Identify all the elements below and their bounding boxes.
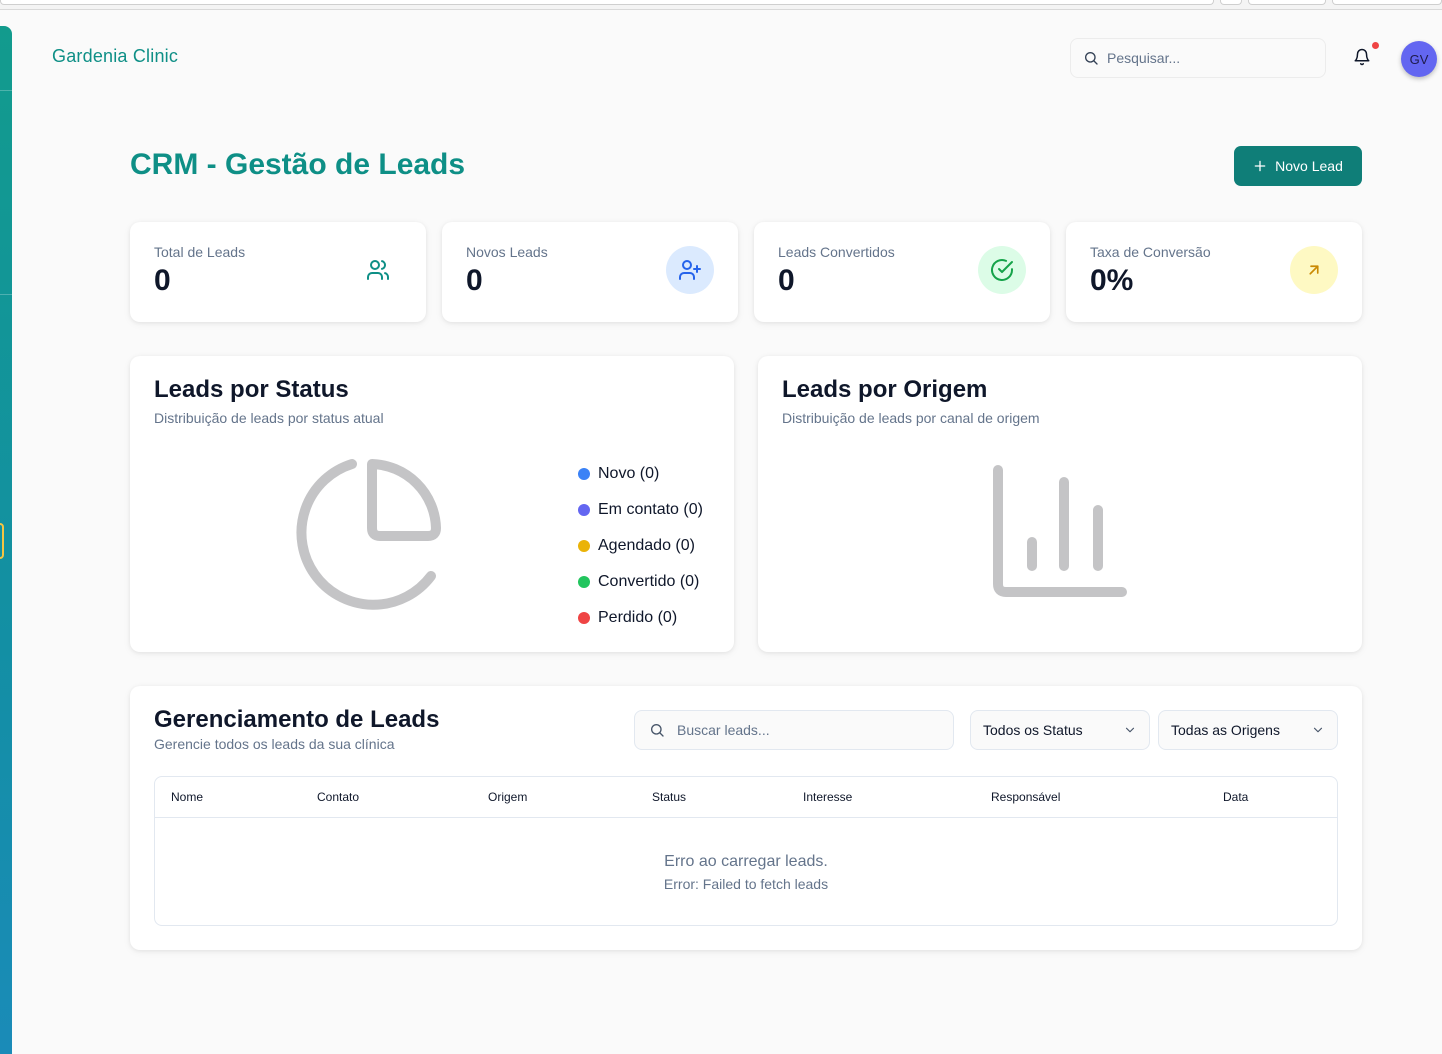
legend-label: Agendado (0) <box>598 537 695 554</box>
stat-card-total-leads: Total de Leads 0 <box>130 222 426 322</box>
stat-card-new-leads: Novos Leads 0 <box>442 222 738 322</box>
leads-table: Nome Contato Origem Status Interesse Res… <box>154 776 1338 926</box>
status-legend: Novo (0) Em contato (0) Agendado (0) Con… <box>578 456 703 636</box>
status-panel-title: Leads por Status <box>154 376 349 403</box>
status-panel-subtitle: Distribuição de leads por status atual <box>154 410 384 426</box>
legend-item: Perdido (0) <box>578 600 703 636</box>
column-header-interesse[interactable]: Interesse <box>803 790 852 804</box>
table-error-detail: Error: Failed to fetch leads <box>663 876 829 892</box>
user-avatar[interactable]: GV <box>1401 41 1437 77</box>
legend-label: Novo (0) <box>598 465 660 482</box>
origin-chart-panel: Leads por Origem Distribuição de leads p… <box>758 356 1362 652</box>
brand-name: Gardenia Clinic <box>52 46 179 66</box>
legend-item: Novo (0) <box>578 456 703 492</box>
legend-item: Agendado (0) <box>578 528 703 564</box>
stat-value: 0 <box>778 264 795 297</box>
check-circle-icon <box>978 246 1026 294</box>
leads-management-panel: Gerenciamento de Leads Gerencie todos os… <box>130 686 1362 950</box>
stat-value: 0 <box>466 264 483 297</box>
global-search-placeholder: Pesquisar... <box>1107 50 1181 66</box>
stat-label: Taxa de Conversão <box>1090 244 1211 260</box>
column-header-status[interactable]: Status <box>652 790 686 804</box>
status-filter-value: Todos os Status <box>983 722 1083 738</box>
search-icon <box>1085 52 1098 65</box>
column-header-responsavel[interactable]: Responsável <box>991 790 1060 804</box>
stat-card-conversion-rate: Taxa de Conversão 0% <box>1066 222 1362 322</box>
plus-icon <box>1254 160 1266 172</box>
sidebar[interactable] <box>0 26 12 1054</box>
column-header-contato[interactable]: Contato <box>317 790 359 804</box>
legend-item: Em contato (0) <box>578 492 703 528</box>
browser-top-edge <box>0 0 1442 10</box>
user-plus-icon <box>666 246 714 294</box>
legend-swatch <box>578 612 590 624</box>
arrow-up-right-icon <box>1290 246 1338 294</box>
legend-label: Em contato (0) <box>598 501 703 518</box>
management-subtitle: Gerencie todos os leads da sua clínica <box>154 736 395 752</box>
column-header-origem[interactable]: Origem <box>488 790 527 804</box>
sidebar-active-marker <box>0 523 4 559</box>
status-chart-panel: Leads por Status Distribuição de leads p… <box>130 356 734 652</box>
chevron-down-icon <box>1125 727 1135 733</box>
legend-swatch <box>578 576 590 588</box>
origin-filter-select[interactable]: Todas as Origens <box>1158 710 1338 750</box>
page-title: CRM - Gestão de Leads <box>130 148 466 181</box>
legend-swatch <box>578 468 590 480</box>
notification-dot <box>1372 42 1379 49</box>
column-header-data[interactable]: Data <box>1223 790 1248 804</box>
legend-label: Perdido (0) <box>598 609 678 626</box>
table-error-message: Erro ao carregar leads. <box>664 853 828 870</box>
stat-label: Leads Convertidos <box>778 244 895 260</box>
global-search-input[interactable]: Pesquisar... <box>1070 38 1326 78</box>
search-icon <box>651 724 664 737</box>
stat-card-converted-leads: Leads Convertidos 0 <box>754 222 1050 322</box>
legend-swatch <box>578 504 590 516</box>
origin-filter-value: Todas as Origens <box>1171 722 1280 738</box>
bar-chart-placeholder-icon <box>993 465 1127 597</box>
legend-label: Convertido (0) <box>598 573 700 590</box>
stat-value: 0 <box>154 264 171 297</box>
leads-search-input[interactable]: Buscar leads... <box>634 710 954 750</box>
legend-item: Convertido (0) <box>578 564 703 600</box>
origin-panel-subtitle: Distribuição de leads por canal de orige… <box>782 410 1040 426</box>
pie-chart-placeholder-icon <box>296 459 441 610</box>
users-icon <box>354 246 402 294</box>
table-header: Nome Contato Origem Status Interesse Res… <box>155 777 1337 818</box>
chevron-down-icon <box>1313 727 1323 733</box>
management-title: Gerenciamento de Leads <box>154 706 440 733</box>
column-header-nome[interactable]: Nome <box>171 790 203 804</box>
notifications-button[interactable] <box>1353 42 1379 68</box>
new-lead-button[interactable]: Novo Lead <box>1234 146 1362 186</box>
legend-swatch <box>578 540 590 552</box>
leads-search-placeholder: Buscar leads... <box>677 722 770 738</box>
status-filter-select[interactable]: Todos os Status <box>970 710 1150 750</box>
new-lead-label: Novo Lead <box>1275 158 1343 174</box>
stat-label: Total de Leads <box>154 244 246 260</box>
stat-value: 0% <box>1090 264 1134 297</box>
bell-icon <box>1354 48 1370 66</box>
stat-label: Novos Leads <box>466 244 548 260</box>
origin-panel-title: Leads por Origem <box>782 376 988 403</box>
